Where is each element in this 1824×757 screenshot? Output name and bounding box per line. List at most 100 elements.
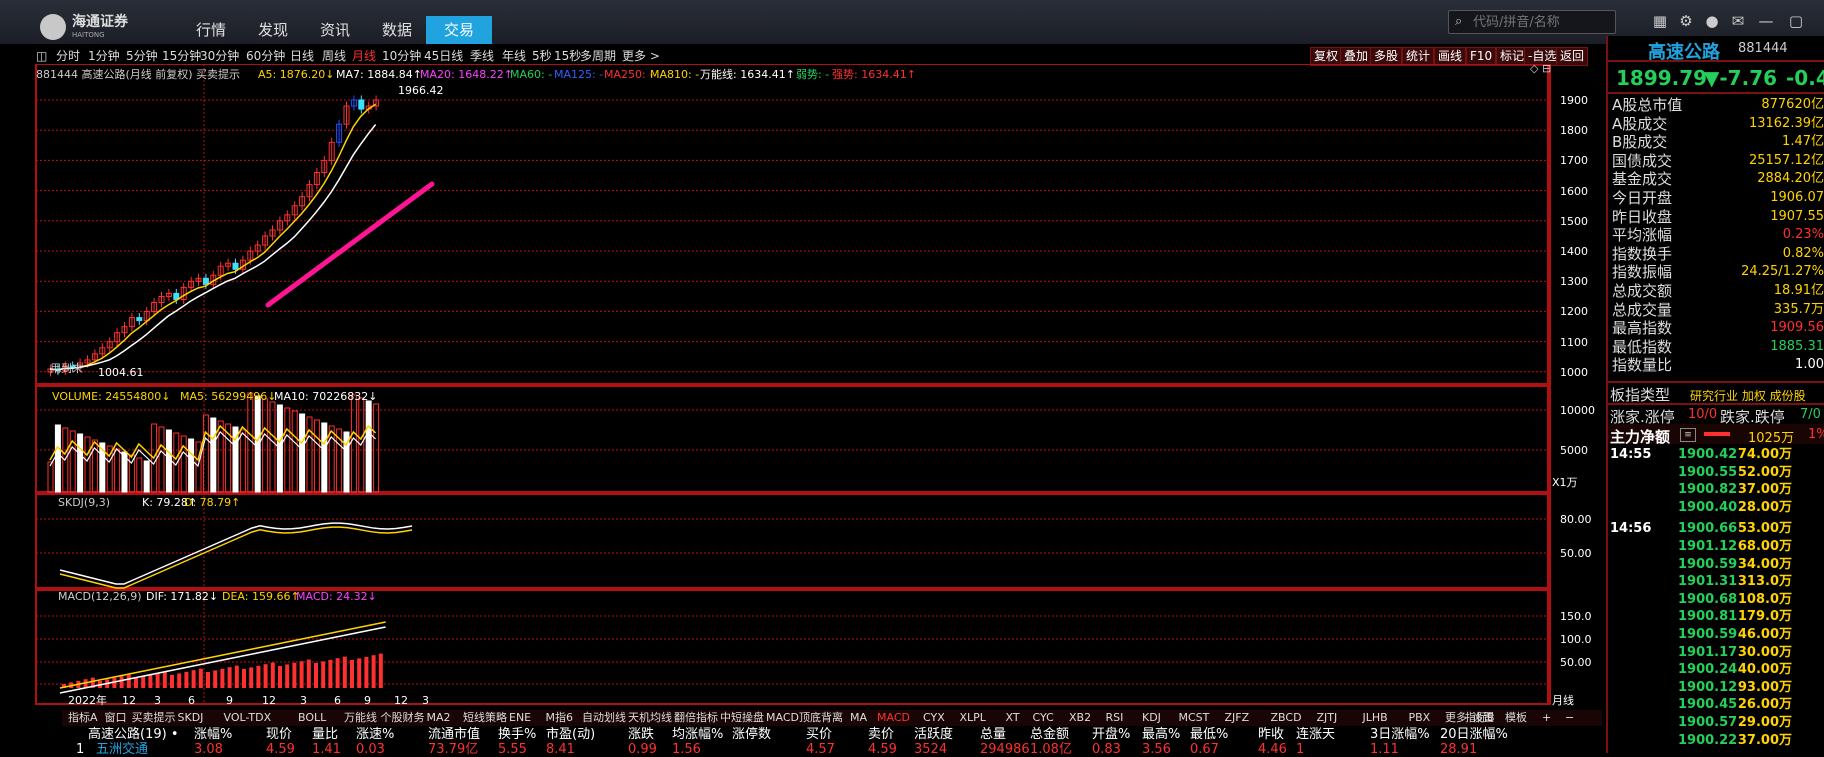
indicator-tab-32[interactable]: PBX (1409, 710, 1431, 726)
indicator-tab-8[interactable]: 个股财务 (381, 710, 425, 726)
nav-tab-3[interactable]: 资讯 (302, 16, 368, 44)
indicator-tab-26[interactable]: KDJ (1142, 710, 1161, 726)
tick-row[interactable]: 1900.55 52.00万 (1608, 464, 1822, 481)
indicator-tab-5[interactable]: VOL-TDX (224, 710, 272, 726)
period-5[interactable]: 30分钟 (200, 48, 239, 64)
indicator-tab-6[interactable]: BOLL (298, 710, 326, 726)
indicator-tab-17[interactable]: MACD顶底背离 (766, 710, 843, 726)
indicator-tab-22[interactable]: XT (1006, 710, 1020, 726)
indicator-tab-1[interactable]: 指标A (68, 710, 98, 726)
nav-tab-5[interactable]: 交易 (426, 16, 492, 44)
chart-menu-icon[interactable]: ◫ (36, 48, 47, 64)
indicator-tab-9[interactable]: MA2 (427, 710, 451, 726)
user-icon[interactable]: ● (1702, 12, 1722, 30)
indicator-tab-4[interactable]: SKDJ (178, 710, 204, 726)
message-icon[interactable]: ✉ (1728, 12, 1748, 30)
tick-row[interactable]: 14:56 1900.66 53.00万 (1608, 520, 1822, 537)
indicator-tab-14[interactable]: 天机均线 (628, 710, 672, 726)
indicator-right-2[interactable]: 模板 (1505, 710, 1527, 726)
indicator-tab-21[interactable]: XLPL (960, 710, 986, 726)
indicator-tab-13[interactable]: 自动划线 (582, 710, 626, 726)
indicator-tab-2[interactable]: 窗口 (105, 710, 127, 726)
indicator-right-4[interactable]: − (1565, 710, 1574, 726)
tick-row[interactable]: 1900.59 46.00万 (1608, 626, 1822, 643)
tick-row[interactable]: 1900.59 34.00万 (1608, 556, 1822, 573)
column-header[interactable]: 涨停数 (732, 726, 771, 744)
indicator-right-3[interactable]: + (1542, 710, 1551, 726)
chart-settings-icon[interactable]: ◇ ⊟ (1530, 62, 1551, 75)
indicator-tab-18[interactable]: MA (850, 710, 867, 726)
period-14[interactable]: 5秒 (532, 48, 552, 64)
tick-row[interactable]: 1900.68 108.0万 (1608, 591, 1822, 608)
period-9[interactable]: 月线 (352, 48, 376, 64)
indicator-tab-19[interactable]: MACD (877, 710, 910, 726)
period-2[interactable]: 1分钟 (88, 48, 120, 64)
flow-toggle-icon[interactable]: ≡ (1680, 428, 1696, 442)
period-12[interactable]: 季线 (470, 48, 494, 64)
tick-row[interactable]: 1900.45 26.00万 (1608, 696, 1822, 713)
period-3[interactable]: 5分钟 (126, 48, 158, 64)
stat-value: 1885.31 (1770, 338, 1824, 354)
indicator-tab-25[interactable]: RSI (1106, 710, 1124, 726)
maximize-icon[interactable]: ▢ (1786, 12, 1806, 30)
period-11[interactable]: 45日线 (424, 48, 463, 64)
indicator-tab-11[interactable]: ENE (509, 710, 531, 726)
period-17[interactable]: 更多 > (622, 48, 660, 64)
macd-bar (126, 674, 131, 688)
time-tick: 3 (422, 694, 429, 707)
indicator-tab-29[interactable]: ZBCD (1271, 710, 1302, 726)
tick-row[interactable]: 1900.81 179.0万 (1608, 608, 1822, 625)
axis-label: 1900 (1560, 94, 1588, 107)
indicator-tab-28[interactable]: ZJFZ (1225, 710, 1250, 726)
macd-bar (134, 678, 138, 688)
tick-row[interactable]: 1901.17 30.00万 (1608, 644, 1822, 661)
period-16[interactable]: 多周期 (580, 48, 616, 64)
tick-row[interactable]: 14:55 1900.42 74.00万 (1608, 446, 1822, 463)
nav-tab-2[interactable]: 发现 (240, 16, 306, 44)
indicator-tab-15[interactable]: 翻倍指标 (674, 710, 718, 726)
indicator-tab-33[interactable]: 更多 (1445, 710, 1467, 726)
indicator-tab-20[interactable]: CYX (923, 710, 945, 726)
settings-icon[interactable]: ⚙ (1676, 12, 1696, 30)
tick-price: 1900.55 (1678, 464, 1738, 480)
kline-chart[interactable] (0, 64, 1600, 714)
period-7[interactable]: 日线 (290, 48, 314, 64)
indicator-tab-3[interactable]: 买卖提示 (132, 710, 176, 726)
tick-list[interactable]: 14:55 1900.42 74.00万 1900.55 52.00万 1900.82 37… (1608, 446, 1824, 749)
indicator-tab-27[interactable]: MCST (1179, 710, 1210, 726)
indicator-tab-10[interactable]: 短线策略 (463, 710, 507, 726)
indicator-right-1[interactable]: 指标B (1465, 710, 1495, 726)
signal-label[interactable]: 买卖提示 (196, 68, 240, 81)
indicator-tab-23[interactable]: CYC (1033, 710, 1054, 726)
tick-price: 1901.31 (1678, 574, 1738, 590)
indicator-tab-30[interactable]: ZJTJ (1317, 710, 1338, 726)
period-4[interactable]: 15分钟 (162, 48, 201, 64)
tick-row[interactable]: 1900.24 40.00万 (1608, 661, 1822, 678)
period-10[interactable]: 10分钟 (382, 48, 421, 64)
period-13[interactable]: 年线 (502, 48, 526, 64)
tick-row[interactable]: 1901.31 313.0万 (1608, 573, 1822, 590)
tick-row[interactable]: 1900.40 28.00万 (1608, 499, 1822, 516)
tick-row[interactable]: 1900.12 93.00万 (1608, 679, 1822, 696)
period-15[interactable]: 15秒 (554, 48, 581, 64)
tick-row[interactable]: 1900.57 29.00万 (1608, 714, 1822, 731)
grid-icon[interactable]: ▦ (1650, 12, 1670, 30)
indicator-tab-12[interactable]: M指6 (546, 710, 574, 726)
indicator-tab-16[interactable]: 中短操盘 (720, 710, 764, 726)
period-6[interactable]: 60分钟 (246, 48, 285, 64)
indicator-tab-31[interactable]: JLHB (1363, 710, 1388, 726)
indicator-tab-7[interactable]: 万能线 (344, 710, 377, 726)
indicator-tab-24[interactable]: XB2 (1069, 710, 1091, 726)
tick-row[interactable]: 1900.22 37.00万 (1608, 732, 1822, 749)
search-box[interactable]: ⌕ (1448, 10, 1616, 34)
tick-row[interactable]: 1900.82 37.00万 (1608, 481, 1822, 498)
minimize-icon[interactable]: — (1756, 12, 1776, 30)
nav-tab-1[interactable]: 行情 (178, 16, 244, 44)
tick-row[interactable]: 1901.12 68.00万 (1608, 538, 1822, 555)
volume-legend: VOLUME: 24554800↓ (52, 390, 171, 403)
nav-tab-4[interactable]: 数据 (364, 16, 430, 44)
period-1[interactable]: 分时 (56, 48, 80, 64)
period-8[interactable]: 周线 (322, 48, 346, 64)
search-input[interactable] (1471, 13, 1611, 31)
axis-label: 100.0 (1560, 633, 1592, 646)
